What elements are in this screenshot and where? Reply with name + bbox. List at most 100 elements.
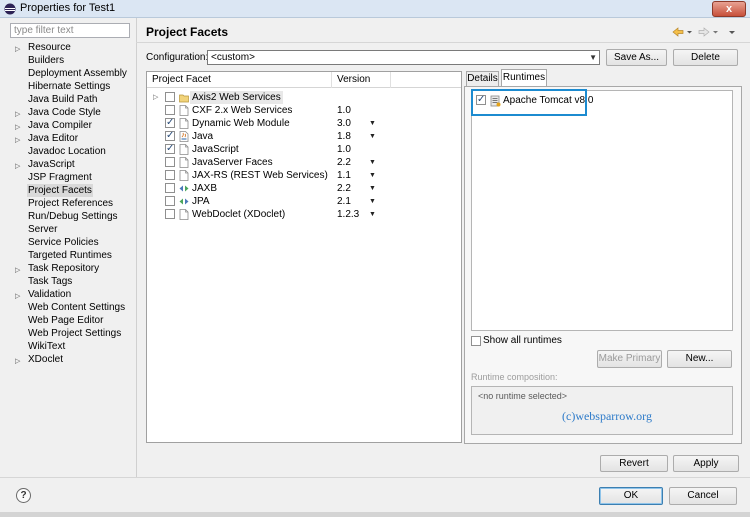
- facet-version[interactable]: 1.8: [337, 130, 351, 143]
- configuration-value: <custom>: [211, 52, 255, 63]
- column-divider: [390, 72, 391, 88]
- chevron-down-icon[interactable]: ▼: [369, 117, 376, 130]
- chevron-down-icon[interactable]: ▼: [369, 169, 376, 182]
- facet-name: Axis2 Web Services: [190, 91, 283, 104]
- chevron-down-icon[interactable]: ▼: [369, 130, 376, 143]
- filter-input[interactable]: type filter text: [10, 23, 130, 38]
- sash[interactable]: [136, 18, 137, 477]
- save-as-button[interactable]: Save As...: [606, 49, 667, 66]
- expand-arrow-icon[interactable]: ▷: [15, 290, 23, 300]
- facet-row[interactable]: JAX-RS (REST Web Services) 1.1 ▼: [147, 169, 461, 182]
- nav-item-label: Java Editor: [28, 133, 79, 144]
- facet-row[interactable]: Dynamic Web Module 3.0 ▼: [147, 116, 461, 130]
- nav-item-label: Javadoc Location: [28, 146, 106, 157]
- close-button[interactable]: x: [712, 1, 746, 17]
- chevron-down-icon[interactable]: ▼: [369, 156, 376, 169]
- expand-arrow-icon[interactable]: ▷: [15, 134, 23, 144]
- facet-row[interactable]: JavaServer Faces 2.2 ▼: [147, 156, 461, 169]
- back-arrow-icon[interactable]: [672, 27, 692, 37]
- facet-row[interactable]: ▷ Axis2 Web Services: [147, 91, 461, 104]
- facet-version[interactable]: 3.0: [337, 117, 351, 130]
- cancel-button[interactable]: Cancel: [669, 487, 737, 505]
- facet-name: JPA: [192, 196, 210, 207]
- expand-arrow-icon[interactable]: ▷: [15, 264, 23, 274]
- facet-checkbox[interactable]: [165, 129, 175, 142]
- expand-arrow-icon[interactable]: ▷: [153, 91, 158, 104]
- apply-button[interactable]: Apply: [673, 455, 739, 472]
- revert-button[interactable]: Revert: [600, 455, 668, 472]
- configuration-select[interactable]: <custom> ▼: [207, 50, 600, 65]
- facet-version: 1.0: [337, 144, 351, 155]
- expand-arrow-icon[interactable]: ▷: [15, 108, 23, 118]
- view-menu-icon[interactable]: [729, 31, 735, 34]
- facet-row[interactable]: CXF 2.x Web Services 1.0: [147, 104, 461, 117]
- nav-item-label: Java Code Style: [28, 107, 101, 118]
- nav-item-label: WikiText: [28, 341, 66, 352]
- facet-checkbox[interactable]: [165, 157, 175, 167]
- show-all-checkbox[interactable]: [471, 336, 481, 346]
- chevron-down-icon[interactable]: ▼: [369, 182, 376, 195]
- ok-button[interactable]: OK: [599, 487, 663, 505]
- window-title: Properties for Test1: [20, 2, 116, 14]
- page-icon: [179, 118, 189, 129]
- tab-runtimes[interactable]: Runtimes: [501, 69, 547, 86]
- column-header-facet[interactable]: Project Facet: [152, 74, 211, 85]
- facet-checkbox[interactable]: [165, 116, 175, 129]
- facet-row[interactable]: JPA 2.1 ▼: [147, 195, 461, 208]
- expand-arrow-icon[interactable]: ▷: [15, 355, 23, 365]
- nav-item-label: Validation: [28, 289, 72, 300]
- runtime-composition-label: Runtime composition:: [471, 372, 558, 382]
- facet-checkbox[interactable]: [165, 105, 175, 115]
- facet-version[interactable]: 2.2: [337, 156, 351, 169]
- jpa-icon: [179, 196, 189, 207]
- nav-item-label: Web Content Settings: [28, 302, 126, 313]
- nav-item-label: Hibernate Settings: [28, 81, 111, 92]
- forward-arrow-icon[interactable]: [698, 27, 718, 37]
- page-icon: [179, 209, 189, 220]
- column-header-version[interactable]: Version: [337, 74, 370, 85]
- facet-version[interactable]: 2.2: [337, 182, 351, 195]
- make-primary-button[interactable]: Make Primary: [597, 350, 662, 368]
- delete-button[interactable]: Delete: [673, 49, 738, 66]
- facet-checkbox[interactable]: [165, 209, 175, 219]
- nav-item-label: Run/Debug Settings: [28, 211, 118, 222]
- history-nav: [672, 27, 735, 37]
- facet-version: 1.0: [337, 105, 351, 116]
- tab-details[interactable]: Details: [466, 71, 499, 86]
- footer-separator: [0, 477, 750, 478]
- nav-item-label: Deployment Assembly: [28, 68, 127, 79]
- facet-row[interactable]: WebDoclet (XDoclet) 1.2.3 ▼: [147, 208, 461, 221]
- facet-table: Project Facet Version ▷ Axis2 Web Service…: [146, 71, 462, 443]
- chevron-down-icon[interactable]: ▼: [369, 208, 376, 221]
- new-runtime-button[interactable]: New...: [667, 350, 732, 368]
- facet-checkbox[interactable]: [165, 183, 175, 193]
- chevron-down-icon[interactable]: ▼: [369, 195, 376, 208]
- facet-version[interactable]: 1.2.3: [337, 208, 359, 221]
- nav-item-label: Project References: [28, 198, 114, 209]
- nav-item-label: Project Facets: [27, 184, 93, 197]
- facet-row[interactable]: Java 1.8 ▼: [147, 129, 461, 143]
- folder-icon: [179, 92, 189, 103]
- expand-arrow-icon[interactable]: ▷: [15, 43, 23, 53]
- facet-version[interactable]: 2.1: [337, 195, 351, 208]
- facet-row[interactable]: JAXB 2.2 ▼: [147, 182, 461, 195]
- jaxb-icon: [179, 183, 189, 194]
- show-all-label: Show all runtimes: [483, 335, 562, 346]
- facet-version[interactable]: 1.1: [337, 169, 351, 182]
- expand-arrow-icon[interactable]: ▷: [15, 160, 23, 170]
- facet-name: JAXB: [192, 183, 218, 194]
- help-icon[interactable]: ?: [16, 488, 31, 503]
- facet-checkbox[interactable]: [165, 170, 175, 180]
- facet-checkbox[interactable]: [165, 142, 175, 155]
- java-icon: [179, 131, 189, 142]
- page-icon: [179, 157, 189, 168]
- nav-item-label: JSP Fragment: [28, 172, 92, 183]
- expand-arrow-icon[interactable]: ▷: [15, 121, 23, 131]
- eclipse-icon: [4, 3, 16, 15]
- facet-row[interactable]: JavaScript 1.0: [147, 142, 461, 156]
- facet-checkbox[interactable]: [165, 92, 175, 102]
- facet-checkbox[interactable]: [165, 196, 175, 206]
- page-icon: [179, 170, 189, 181]
- runtimes-list: [471, 90, 733, 331]
- page-icon: [179, 144, 189, 155]
